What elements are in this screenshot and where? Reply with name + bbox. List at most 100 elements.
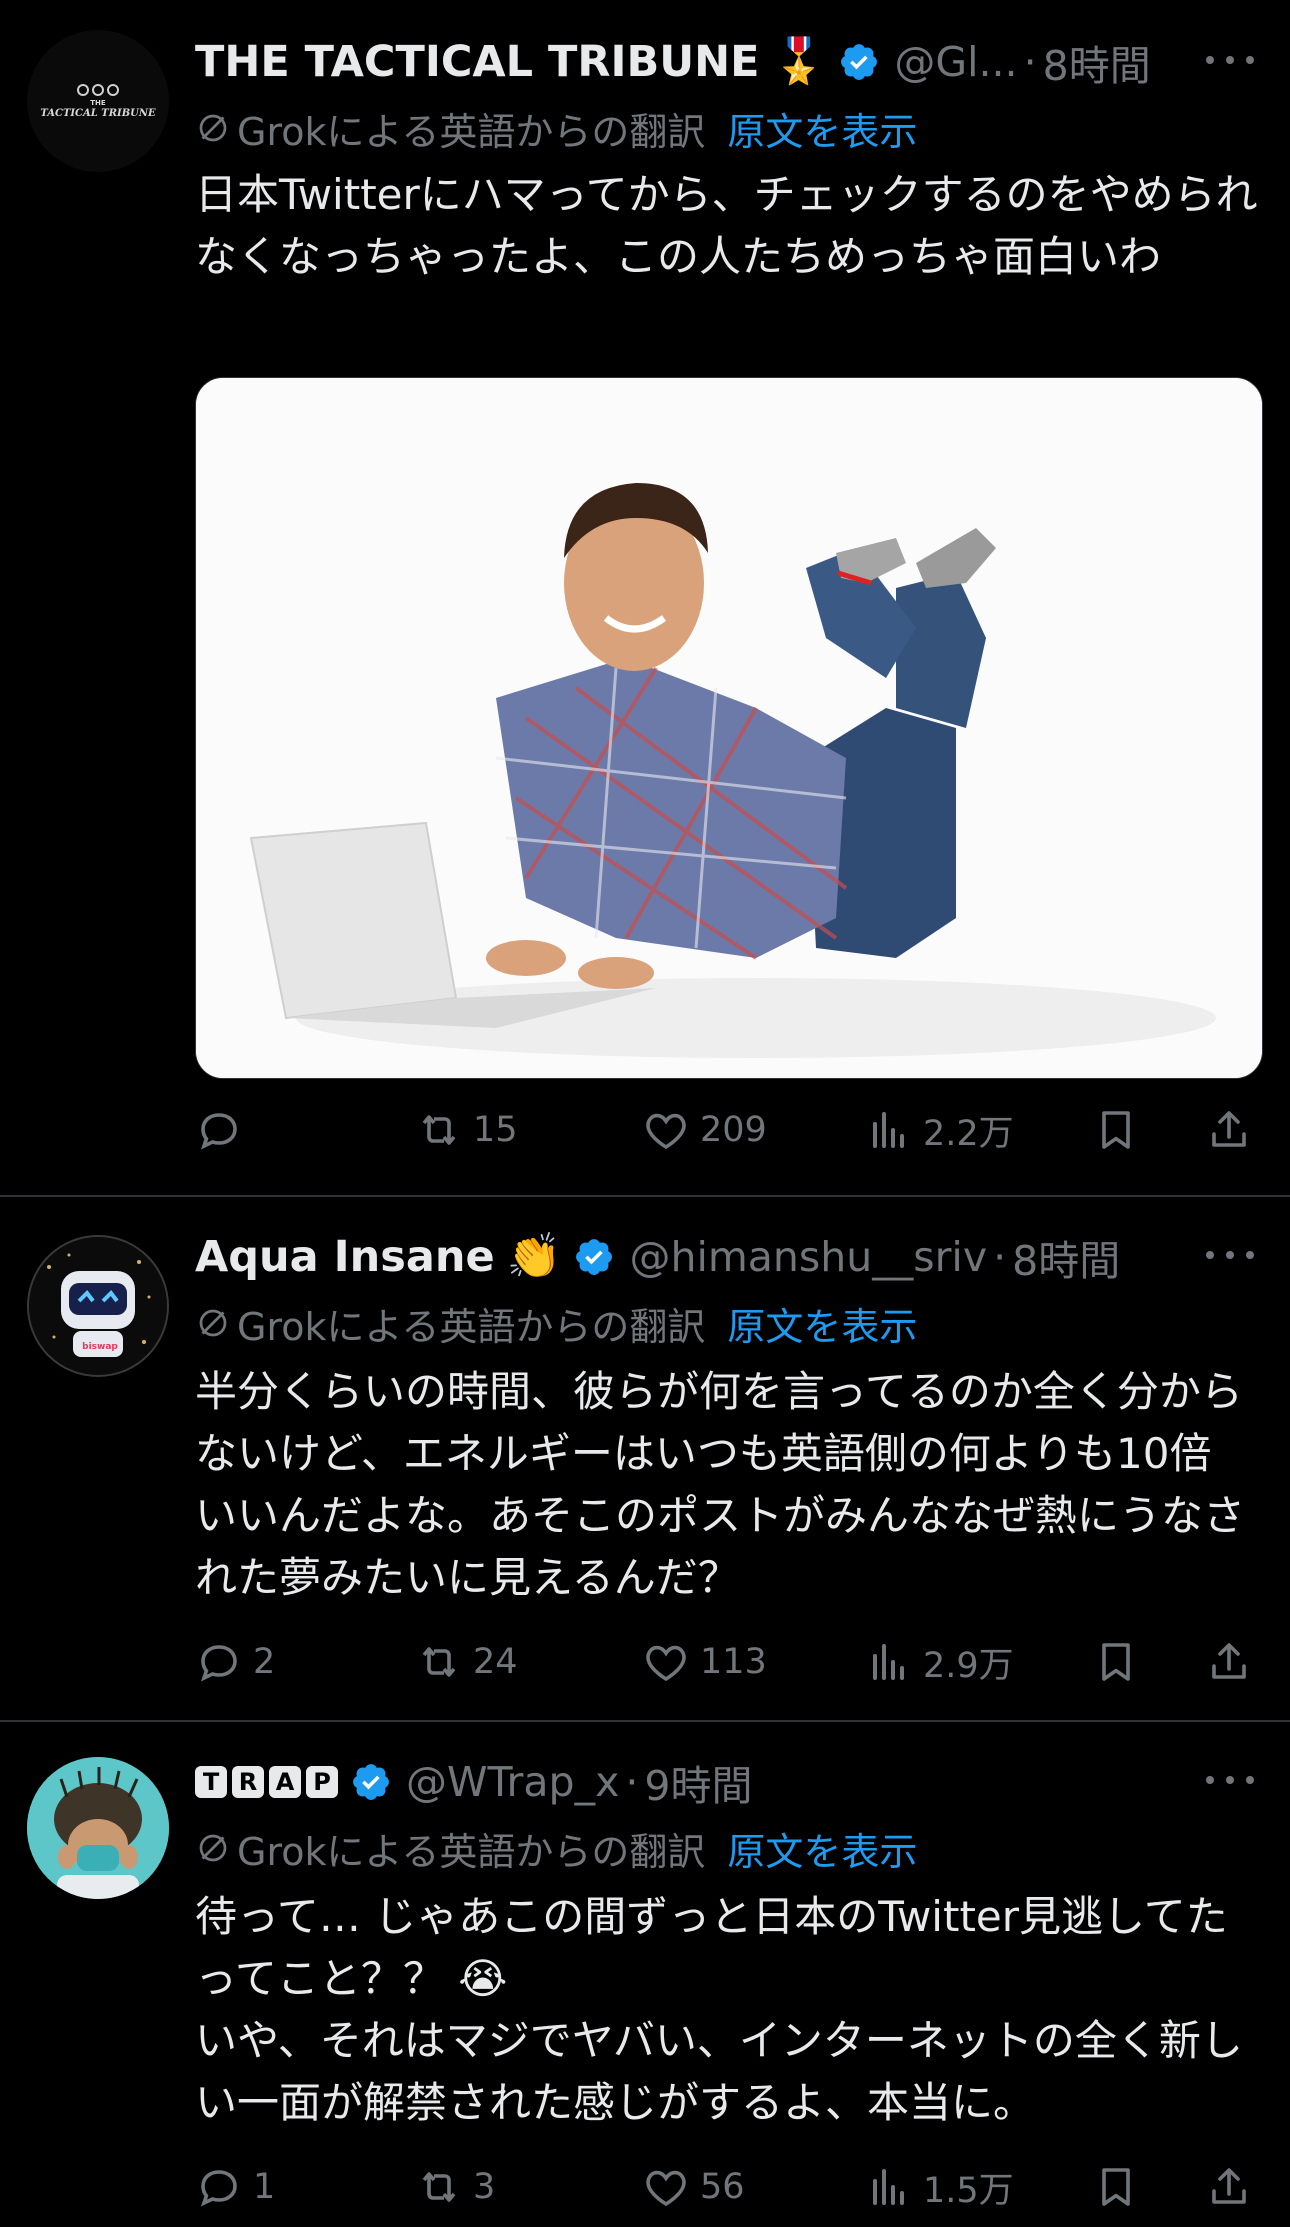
- name-letter-tile: T: [195, 1766, 227, 1798]
- share-upload-icon: [1205, 1638, 1253, 1686]
- post-1[interactable]: THE TACTICAL TRIBUNE THE TACTICAL TRIBUN…: [0, 0, 1290, 1195]
- man-with-laptop-photo: [196, 378, 1262, 1078]
- views-button[interactable]: 2.2万: [865, 1100, 1014, 1160]
- repost-button[interactable]: 15: [415, 1100, 518, 1160]
- bookmark-icon: [1092, 1106, 1140, 1154]
- bookmark-button[interactable]: [1092, 1632, 1140, 1692]
- translate-slash-icon: [195, 1830, 231, 1866]
- reply-bubble-icon: [195, 1638, 243, 1686]
- share-upload-icon: [1205, 2163, 1253, 2211]
- verified-badge-icon: [838, 41, 880, 83]
- avatar[interactable]: THE TACTICAL TRIBUNE: [27, 30, 169, 172]
- bookmark-button[interactable]: [1092, 1100, 1140, 1160]
- name-letter-tile: P: [306, 1766, 338, 1798]
- repost-button[interactable]: 24: [415, 1632, 518, 1692]
- like-button[interactable]: 56: [642, 2157, 745, 2217]
- more-dots-icon[interactable]: [1206, 1235, 1254, 1275]
- medal-emoji: 🎖️: [771, 36, 827, 87]
- post-image[interactable]: [195, 377, 1263, 1079]
- timestamp[interactable]: 8時間: [1012, 1227, 1120, 1287]
- share-button[interactable]: [1205, 2157, 1253, 2217]
- avatar-logo-text-top: THE: [90, 99, 106, 107]
- views-count: 2.9万: [923, 1645, 1014, 1686]
- reply-bubble-icon: [195, 1106, 243, 1154]
- reply-button[interactable]: 1: [195, 2157, 275, 2217]
- show-original-link[interactable]: 原文を表示: [727, 101, 917, 156]
- timestamp[interactable]: 8時間: [1043, 32, 1151, 92]
- action-bar: 2 24 113 2.9万: [195, 1632, 1265, 1692]
- post-3[interactable]: T R A P @WTrap_x · 9時間 Grokによる英語からの翻訳 原文…: [0, 1722, 1290, 2227]
- bookmark-button[interactable]: [1092, 2157, 1140, 2217]
- share-button[interactable]: [1205, 1632, 1253, 1692]
- post-header: Aqua Insane 👏 @himanshu__sriv · 8時間: [195, 1225, 1120, 1289]
- reply-bubble-icon: [195, 2163, 243, 2211]
- name-letter-tile: R: [232, 1766, 264, 1798]
- avatar[interactable]: biswap: [27, 1235, 169, 1377]
- translation-label: Grokによる英語からの翻訳: [237, 109, 706, 154]
- like-button[interactable]: 209: [642, 1100, 767, 1160]
- views-bars-icon: [865, 1106, 913, 1154]
- views-count: 2.2万: [923, 1113, 1014, 1154]
- reply-button[interactable]: [195, 1100, 253, 1160]
- handle[interactable]: @himanshu__sriv: [629, 1233, 987, 1281]
- like-count: 56: [700, 2167, 745, 2207]
- action-bar: 1 3 56 1.5万: [195, 2157, 1265, 2217]
- show-original-link[interactable]: 原文を表示: [727, 1821, 917, 1876]
- repost-count: 15: [473, 1110, 518, 1150]
- separator-dot: ·: [1023, 38, 1037, 86]
- post-2[interactable]: biswap Aqua Insane 👏 @himanshu__sriv · 8…: [0, 1197, 1290, 1720]
- post-text: 半分くらいの時間、彼らが何を言ってるのか全く分からないけど、エネルギーはいつも英…: [195, 1367, 1246, 1602]
- share-button[interactable]: [1205, 1100, 1253, 1160]
- repost-arrows-icon: [415, 1106, 463, 1154]
- post-header: T R A P @WTrap_x · 9時間: [195, 1750, 752, 1814]
- character-avatar: [27, 1757, 169, 1899]
- name-letter-tile: A: [269, 1766, 301, 1798]
- more-dots-icon[interactable]: [1206, 1760, 1254, 1800]
- bookmark-icon: [1092, 1638, 1140, 1686]
- translation-bar: Grokによる英語からの翻訳 原文を表示: [195, 1295, 917, 1351]
- avatar[interactable]: [27, 1757, 169, 1899]
- display-name[interactable]: Aqua Insane: [195, 1232, 495, 1282]
- translate-slash-icon: [195, 1305, 231, 1341]
- clapping-hands-emoji: 👏: [506, 1231, 562, 1282]
- translation-bar: Grokによる英語からの翻訳 原文を表示: [195, 100, 917, 156]
- verified-badge-icon: [573, 1236, 615, 1278]
- repost-count: 3: [473, 2167, 496, 2207]
- reply-button[interactable]: 2: [195, 1632, 275, 1692]
- repost-count: 24: [473, 1642, 518, 1682]
- like-count: 209: [700, 1110, 767, 1150]
- repost-button[interactable]: 3: [415, 2157, 495, 2217]
- heart-icon: [642, 1106, 690, 1154]
- bookmark-icon: [1092, 2163, 1140, 2211]
- views-button[interactable]: 1.5万: [865, 2157, 1014, 2217]
- show-original-link[interactable]: 原文を表示: [727, 1296, 917, 1351]
- reply-count: 2: [253, 1642, 276, 1682]
- avatar-logo-text-bottom: TACTICAL TRIBUNE: [40, 108, 156, 119]
- heart-icon: [642, 1638, 690, 1686]
- like-count: 113: [700, 1642, 767, 1682]
- display-name[interactable]: THE TACTICAL TRIBUNE: [195, 37, 760, 87]
- handle[interactable]: @Gl...: [894, 38, 1017, 86]
- timestamp[interactable]: 9時間: [644, 1752, 752, 1812]
- separator-dot: ·: [625, 1758, 639, 1806]
- like-button[interactable]: 113: [642, 1632, 767, 1692]
- translation-label: Grokによる英語からの翻訳: [237, 1829, 706, 1874]
- share-upload-icon: [1205, 1106, 1253, 1154]
- translation-bar: Grokによる英語からの翻訳 原文を表示: [195, 1820, 917, 1876]
- handle[interactable]: @WTrap_x: [406, 1758, 619, 1806]
- views-bars-icon: [865, 1638, 913, 1686]
- views-bars-icon: [865, 2163, 913, 2211]
- avatar-logo-text: biswap: [82, 1342, 118, 1352]
- display-name-letter-tiles[interactable]: T R A P: [195, 1766, 338, 1798]
- verified-badge-icon: [350, 1761, 392, 1803]
- post-text: 日本Twitterにハマってから、チェックするのをやめられなくなっちゃったよ、こ…: [195, 170, 1258, 281]
- views-count: 1.5万: [923, 2170, 1014, 2211]
- reply-count: 1: [253, 2167, 276, 2207]
- heart-icon: [642, 2163, 690, 2211]
- more-dots-icon[interactable]: [1206, 40, 1254, 80]
- repost-arrows-icon: [415, 1638, 463, 1686]
- translate-slash-icon: [195, 110, 231, 146]
- views-button[interactable]: 2.9万: [865, 1632, 1014, 1692]
- repost-arrows-icon: [415, 2163, 463, 2211]
- post-text: 待って… じゃあこの間ずっと日本のTwitter見逃してたってこと？？ 😭 いや…: [195, 1892, 1243, 2127]
